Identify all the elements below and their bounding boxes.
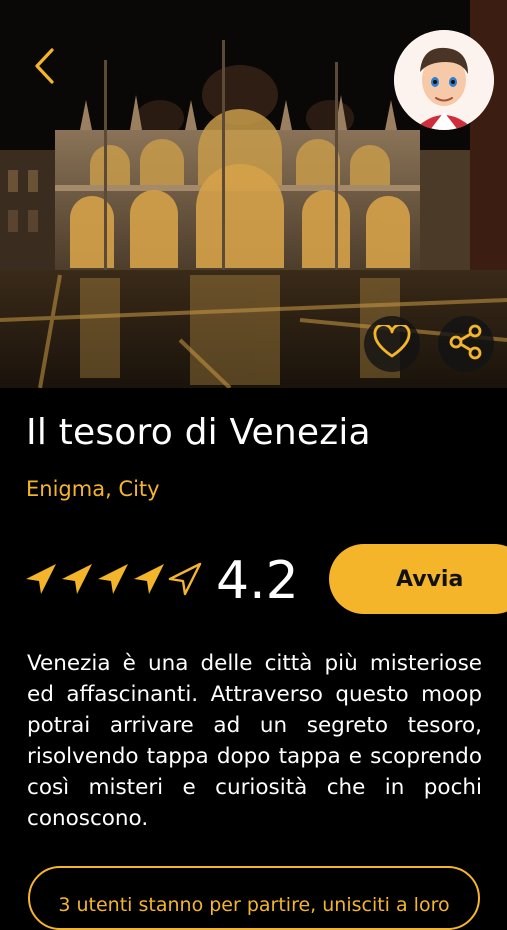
rating: 4.2 — [24, 555, 299, 607]
user-avatar[interactable] — [394, 30, 494, 130]
experience-title: Il tesoro di Venezia — [26, 412, 371, 453]
avatar-illustration — [394, 30, 494, 130]
star-empty-icon — [168, 562, 202, 600]
star-icon — [24, 562, 58, 600]
rating-value: 4.2 — [216, 551, 299, 611]
star-icon — [132, 562, 166, 600]
chevron-left-icon — [33, 47, 55, 89]
join-users-button[interactable]: 3 utenti stanno per partire, unisciti a … — [28, 866, 480, 930]
star-icon — [60, 562, 94, 600]
experience-categories: Enigma, City — [26, 477, 160, 501]
back-button[interactable] — [24, 44, 64, 92]
heart-icon — [373, 323, 411, 363]
favorite-button[interactable] — [364, 316, 420, 372]
share-button[interactable] — [438, 316, 494, 372]
star-icon — [96, 562, 130, 600]
experience-description: Venezia è una delle città più misteriose… — [27, 651, 482, 831]
rating-stars — [24, 562, 202, 600]
start-button[interactable]: Avvia — [329, 544, 507, 614]
share-icon — [448, 324, 484, 364]
